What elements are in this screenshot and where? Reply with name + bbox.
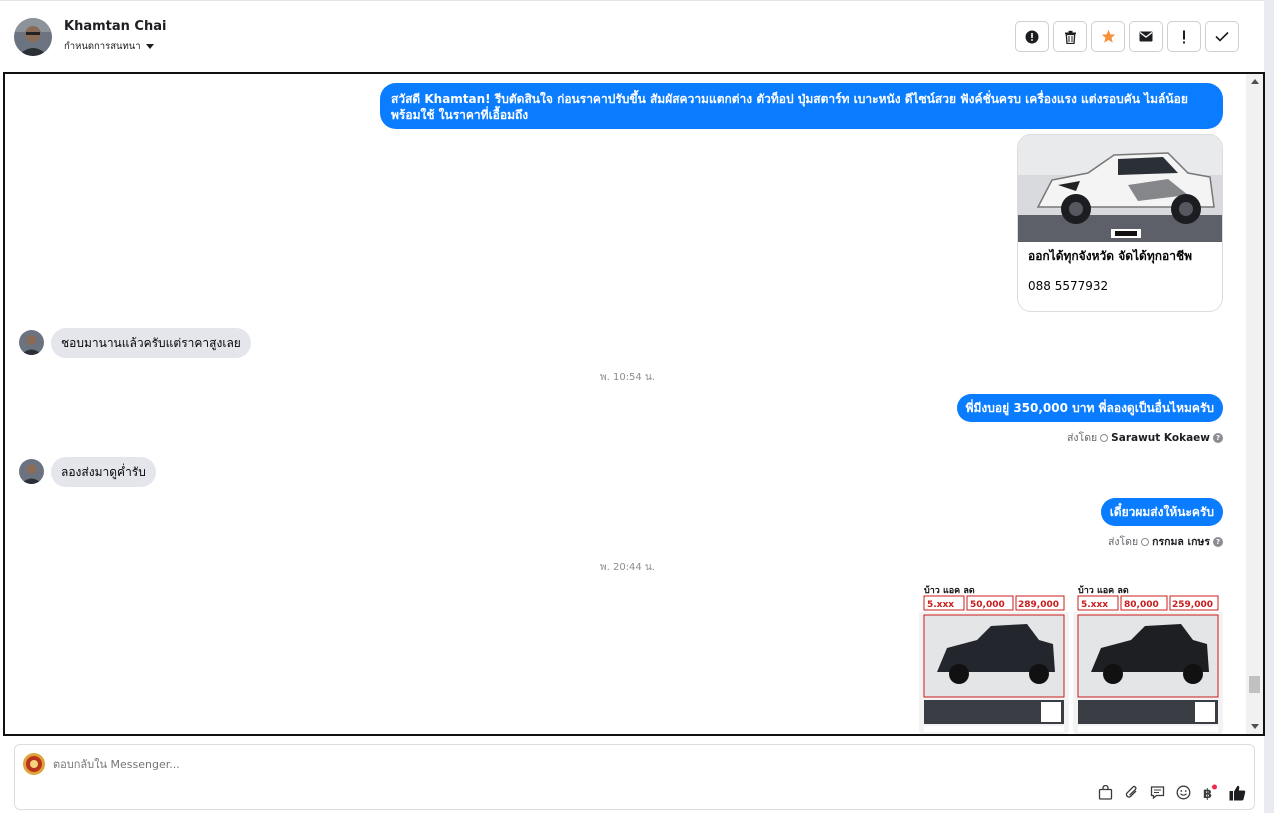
page-avatar (23, 753, 45, 775)
sent-by-label: ส่งโดย (1067, 432, 1098, 444)
svg-text:฿: ฿ (1203, 787, 1212, 801)
payment-icon[interactable]: ฿ (1202, 784, 1218, 801)
reply-composer: ฿ (14, 744, 1255, 810)
message-timestamp: พ. 20:44 น. (600, 562, 655, 573)
star-button[interactable] (1091, 21, 1125, 52)
shopping-bag-icon[interactable] (1098, 785, 1113, 800)
contact-name[interactable]: Khamtan Chai (64, 19, 166, 34)
scroll-down-arrow-icon[interactable] (1251, 724, 1259, 729)
message-timestamp: พ. 10:54 น. (600, 372, 655, 383)
outgoing-message[interactable]: เดี๋ยวผมส่งให้นะครับ (1100, 498, 1223, 526)
contact-avatar-small[interactable] (19, 330, 44, 355)
sender-name[interactable]: Sarawut Kokaew (1111, 432, 1210, 444)
mail-icon (1139, 31, 1153, 42)
scroll-up-arrow-icon[interactable] (1251, 79, 1259, 84)
info-button[interactable] (1015, 21, 1049, 52)
alert-icon (1183, 30, 1185, 43)
caret-down-icon (145, 44, 154, 49)
promo-price-c: 289,000 (1018, 600, 1059, 610)
star-icon (1101, 29, 1115, 43)
contact-avatar-small[interactable] (19, 459, 44, 484)
sender-status-icon (1100, 433, 1109, 442)
contact-avatar[interactable] (14, 18, 52, 56)
promo-price-a: 5.xxx (927, 600, 954, 610)
promo-image[interactable]: บ้าว แอค ลด 5.xxx 50,000 289,000 (919, 582, 1069, 734)
promo-price-c: 259,000 (1172, 600, 1213, 610)
product-card[interactable]: ออกได้ทุกจังหวัด จัดได้ทุกอาชีพ 088 5577… (1017, 134, 1223, 312)
emoji-icon[interactable] (1176, 785, 1191, 800)
conversation-header: Khamtan Chai กำหนดการสนทนา (0, 0, 1264, 72)
conversation-status-label: กำหนดการสนทนา (64, 41, 141, 52)
sender-name[interactable]: กรกมล เกษร (1152, 533, 1210, 550)
help-icon[interactable]: ? (1213, 432, 1223, 443)
attachment-icon[interactable] (1124, 785, 1139, 800)
incoming-message[interactable]: ชอบมานานแล้วครับแต่ราคาสูงเลย (51, 328, 251, 358)
saved-replies-icon[interactable] (1150, 785, 1165, 800)
sender-status-icon (1141, 537, 1150, 546)
promo-brand: บ้าว แอค ลด (924, 585, 975, 596)
scroll-thumb[interactable] (1249, 676, 1260, 693)
composer-tools: ฿ (1098, 784, 1246, 801)
promo-price-a: 5.xxx (1081, 600, 1108, 610)
spam-button[interactable] (1167, 21, 1201, 52)
messenger-window: Khamtan Chai กำหนดการสนทนา สวัสดี Khamta… (0, 0, 1274, 813)
thread-scrollbar[interactable] (1246, 74, 1263, 734)
trash-icon (1064, 30, 1076, 44)
sent-by-line: ส่งโดย Sarawut Kokaew ? (1067, 429, 1223, 446)
outgoing-message[interactable]: พี่มีงบอยู่ 350,000 บาท พี่ลองดูเป็นอื่น… (956, 394, 1223, 422)
promo-price-b: 50,000 (970, 600, 1005, 610)
promo-image[interactable]: บ้าว แอค ลด 5.xxx 80,000 259,000 (1073, 582, 1223, 734)
message-thread[interactable]: สวัสดี Khamtan! รีบตัดสินใจ ก่อนราคาปรับ… (3, 72, 1265, 736)
window-edge (1264, 0, 1274, 813)
outgoing-message-greeting[interactable]: สวัสดี Khamtan! รีบตัดสินใจ ก่อนราคาปรับ… (380, 83, 1223, 129)
info-icon (1025, 30, 1039, 43)
check-icon (1215, 31, 1229, 42)
mail-button[interactable] (1129, 21, 1163, 52)
card-phone[interactable]: 088 5577932 (1028, 279, 1108, 293)
delete-button[interactable] (1053, 21, 1087, 52)
mark-done-button[interactable] (1205, 21, 1239, 52)
reply-input[interactable] (53, 758, 953, 771)
card-title: ออกได้ทุกจังหวัด จัดได้ทุกอาชีพ (1028, 249, 1193, 263)
header-actions (1015, 21, 1239, 52)
incoming-message[interactable]: ลองส่งมาดูค่ำรับ (51, 457, 156, 487)
truck-photo (1018, 135, 1222, 242)
sent-by-label: ส่งโดย (1107, 536, 1139, 548)
help-icon[interactable]: ? (1213, 536, 1223, 547)
conversation-status-dropdown[interactable]: กำหนดการสนทนา (64, 39, 154, 54)
sent-by-line: ส่งโดย กรกมล เกษร ? (1108, 533, 1223, 550)
like-icon[interactable] (1229, 785, 1246, 801)
promo-price-b: 80,000 (1124, 600, 1159, 610)
promo-brand: บ้าว แอค ลด (1078, 585, 1129, 596)
